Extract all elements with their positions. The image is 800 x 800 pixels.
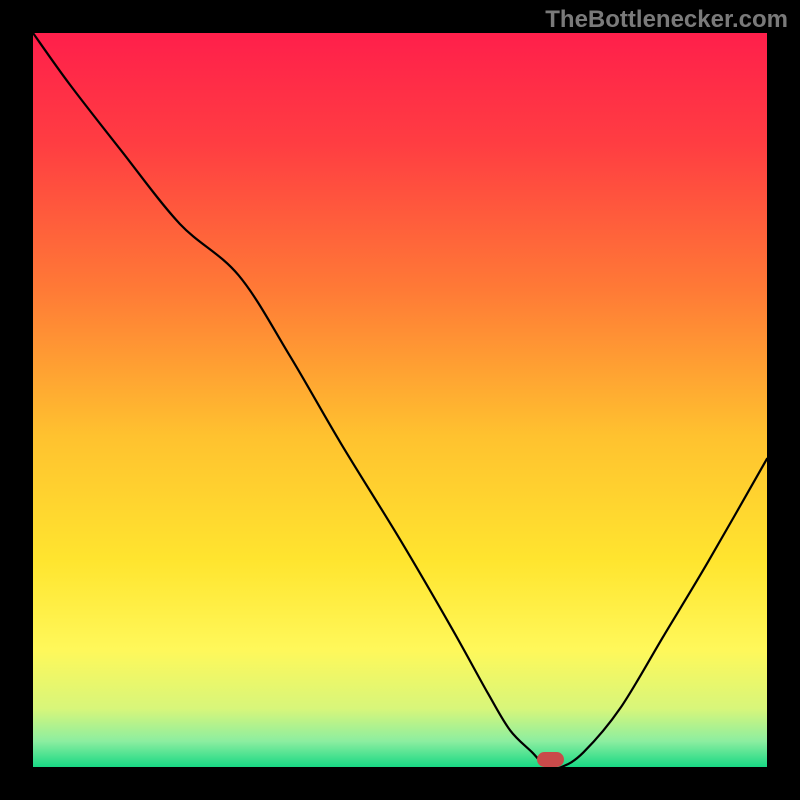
bottleneck-curve — [33, 33, 767, 767]
optimal-marker — [537, 752, 565, 767]
plot-area — [33, 33, 767, 767]
watermark: TheBottlenecker.com — [545, 6, 788, 34]
chart-frame: TheBottlenecker.com — [0, 0, 800, 800]
